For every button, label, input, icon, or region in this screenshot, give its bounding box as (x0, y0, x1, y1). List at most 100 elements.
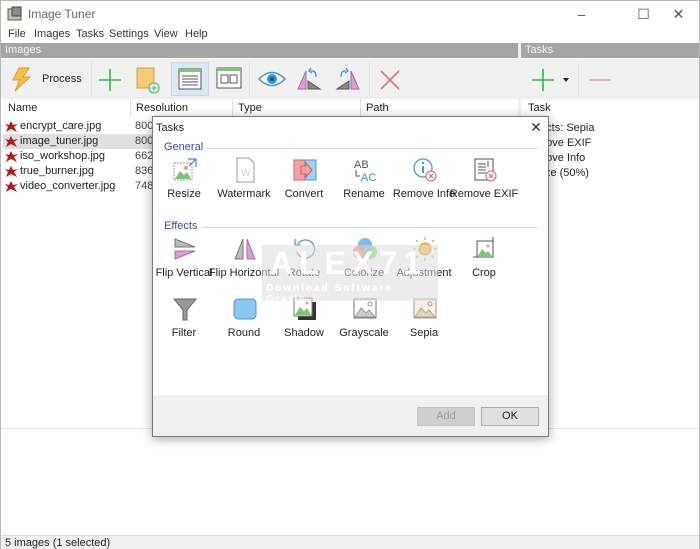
add-task-dropdown[interactable] (561, 62, 571, 96)
column-task[interactable]: Task (528, 102, 551, 114)
rotate-left-icon (297, 67, 322, 90)
dialog-footer: Add OK (153, 395, 548, 436)
add-task-button[interactable] (529, 62, 557, 96)
menu-tasks[interactable]: Tasks (76, 28, 104, 40)
toolbar-separator (249, 62, 250, 96)
rotate-left-button[interactable] (295, 62, 323, 96)
task-flip-horizontal[interactable]: Flip Horizontal (209, 236, 279, 291)
task-remove-info[interactable]: Remove Info (393, 157, 455, 212)
menu-view[interactable]: View (154, 28, 178, 40)
tasks-dialog: Tasks ✕ General Resize W Watermark Conve… (152, 116, 549, 437)
dialog-title: Tasks (156, 122, 185, 134)
group-divider (203, 227, 537, 228)
task-label: Sepia (409, 327, 439, 339)
add-button[interactable]: Add (417, 407, 475, 426)
task-shadow[interactable]: Shadow (273, 296, 335, 351)
menu-file[interactable]: File (8, 28, 26, 40)
svg-text:AC: AC (361, 172, 376, 183)
thumbnail-view-button[interactable] (215, 62, 243, 96)
watermark-icon: W (236, 157, 255, 183)
add-images-button[interactable] (96, 62, 124, 96)
plus-icon (532, 69, 554, 91)
sepia-icon (413, 298, 437, 319)
image-file-icon (5, 181, 18, 192)
window-title: Image Tuner (28, 7, 96, 21)
task-crop[interactable]: Crop (453, 236, 515, 291)
image-row[interactable]: iso_workshop.jpg 662x (3, 149, 159, 164)
images-toolbar: Process (1, 59, 518, 99)
task-label: Remove EXIF (449, 188, 519, 200)
close-button[interactable]: ✕ (656, 3, 700, 25)
filter-icon (172, 298, 198, 321)
task-rotate[interactable]: Rotate (273, 236, 335, 291)
image-file-icon (5, 166, 18, 177)
menu-help[interactable]: Help (185, 28, 208, 40)
image-row[interactable]: encrypt_care.jpg 800x (3, 119, 159, 134)
task-watermark[interactable]: W Watermark (213, 157, 275, 212)
plus-icon (99, 69, 121, 91)
images-panel-header: Images (1, 43, 518, 58)
remove-exif-icon (474, 158, 497, 182)
task-grayscale[interactable]: Grayscale (333, 296, 395, 351)
rotate-right-button[interactable] (334, 62, 362, 96)
status-text: 5 images (1 selected) (5, 537, 111, 549)
flip-horizontal-icon (234, 238, 256, 260)
tasks-column-header: Task (521, 99, 699, 116)
tasks-panel-header: Tasks (521, 43, 699, 58)
flip-vertical-icon (174, 238, 196, 260)
task-convert[interactable]: Convert (273, 157, 335, 212)
task-remove-exif[interactable]: Remove EXIF (450, 157, 518, 212)
image-name: video_converter.jpg (20, 180, 116, 192)
task-adjustment[interactable]: Adjustment (393, 236, 455, 291)
image-name: encrypt_care.jpg (20, 120, 102, 132)
remove-images-button[interactable] (377, 62, 403, 96)
menu-images[interactable]: Images (34, 28, 70, 40)
task-resize[interactable]: Resize (153, 157, 215, 212)
adjustment-icon (413, 237, 437, 261)
list-view-button[interactable] (171, 62, 209, 96)
column-divider[interactable] (130, 99, 131, 116)
task-filter[interactable]: Filter (153, 296, 215, 351)
eye-icon (258, 71, 286, 87)
group-divider (207, 148, 537, 149)
column-path[interactable]: Path (366, 102, 389, 114)
image-file-icon (5, 121, 18, 132)
preview-button[interactable] (257, 62, 287, 96)
column-divider[interactable] (360, 99, 361, 116)
column-type[interactable]: Type (238, 102, 262, 114)
grayscale-icon (353, 298, 377, 319)
image-file-icon (5, 136, 18, 147)
image-row-selected[interactable]: image_tuner.jpg 800x (3, 134, 159, 149)
app-icon (7, 6, 22, 21)
image-row[interactable]: video_converter.jpg 748x (3, 179, 159, 194)
task-colorize[interactable]: Colorize (333, 236, 395, 291)
svg-text:AB: AB (354, 159, 369, 171)
add-folder-button[interactable] (134, 62, 162, 96)
remove-task-button[interactable] (587, 62, 613, 96)
image-name: image_tuner.jpg (20, 135, 99, 147)
image-row[interactable]: true_burner.jpg 836x (3, 164, 159, 179)
minimize-button[interactable]: – (559, 3, 604, 25)
toolbar-separator (578, 62, 579, 96)
column-name[interactable]: Name (8, 102, 37, 114)
task-flip-vertical[interactable]: Flip Vertical (153, 236, 215, 291)
column-resolution[interactable]: Resolution (136, 102, 188, 114)
round-icon (233, 298, 257, 320)
ok-button[interactable]: OK (481, 407, 539, 426)
list-view-icon (178, 68, 202, 90)
process-button[interactable]: Process (7, 62, 87, 96)
remove-info-icon (413, 158, 437, 182)
dialog-close-button[interactable]: ✕ (527, 119, 545, 135)
image-name: true_burner.jpg (20, 165, 94, 177)
task-label: Crop (472, 267, 496, 279)
task-round[interactable]: Round (213, 296, 275, 351)
delete-x-icon (380, 70, 400, 90)
column-divider[interactable] (232, 99, 233, 116)
menu-bar: File Images Tasks Settings View Help (1, 27, 699, 43)
image-file-icon (5, 151, 18, 162)
task-sepia[interactable]: Sepia (393, 296, 455, 351)
task-rename[interactable]: AB AC Rename (333, 157, 395, 212)
toolbar-separator (91, 62, 92, 96)
add-folder-icon (136, 67, 160, 94)
menu-settings[interactable]: Settings (109, 28, 149, 40)
